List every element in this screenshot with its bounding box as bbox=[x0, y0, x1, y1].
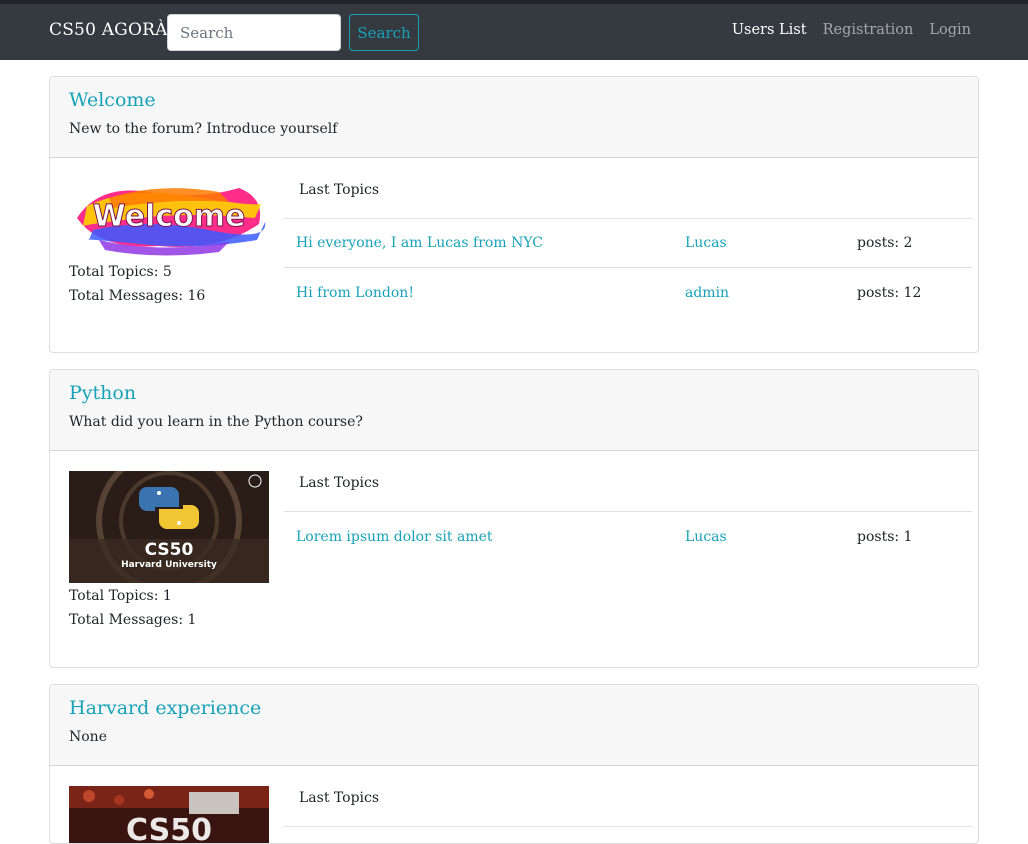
category-stats: Total Topics: 5 Total Messages: 16 bbox=[69, 260, 205, 308]
topic-posts-count: posts: 1 bbox=[857, 528, 913, 545]
category-title[interactable]: Python bbox=[69, 382, 959, 404]
brand-logo[interactable]: CS50 AGORÀ bbox=[49, 20, 168, 40]
nav-links: Users List Registration Login bbox=[732, 22, 971, 38]
topic-posts-count: posts: 2 bbox=[857, 235, 913, 251]
card-header: Python What did you learn in the Python … bbox=[50, 370, 978, 451]
topic-author-link[interactable]: admin bbox=[685, 285, 857, 301]
category-title[interactable]: Welcome bbox=[69, 89, 959, 111]
cs50-image-text: CS50 bbox=[126, 813, 212, 844]
last-topics-table: Last Topics Hi everyone, I am Lucas from… bbox=[284, 158, 972, 317]
total-messages: Total Messages: 1 bbox=[69, 612, 197, 628]
harvard-lecture-hall-image: CS50 bbox=[69, 786, 269, 844]
welcome-brushstroke-image: Welcome bbox=[77, 188, 266, 256]
total-topics: Total Topics: 5 bbox=[69, 264, 172, 280]
total-messages: Total Messages: 16 bbox=[69, 288, 206, 304]
category-card: Python What did you learn in the Python … bbox=[49, 369, 979, 668]
topic-link[interactable]: Hi from London! bbox=[284, 285, 685, 301]
search-button[interactable]: Search bbox=[349, 14, 419, 51]
last-topics-heading: Last Topics bbox=[284, 451, 972, 512]
nav-login[interactable]: Login bbox=[929, 22, 971, 38]
topic-author-link[interactable]: Lucas bbox=[685, 235, 857, 251]
category-description: What did you learn in the Python course? bbox=[69, 414, 363, 430]
last-topics-heading: Last Topics bbox=[284, 158, 972, 219]
topic-author-link[interactable]: Lucas bbox=[685, 529, 857, 545]
last-topics-heading: Last Topics bbox=[284, 766, 972, 827]
card-header: Harvard experience None bbox=[50, 685, 978, 766]
card-header: Welcome New to the forum? Introduce your… bbox=[50, 77, 978, 158]
topic-row: Hi from London! admin posts: 12 bbox=[284, 268, 972, 317]
category-title[interactable]: Harvard experience bbox=[69, 697, 959, 719]
topic-link[interactable]: Hi everyone, I am Lucas from NYC bbox=[284, 235, 685, 251]
last-topics-table: Last Topics Lorem ipsum dolor sit amet L… bbox=[284, 451, 972, 561]
topic-posts-count: posts: 12 bbox=[857, 284, 922, 301]
category-description: None bbox=[69, 729, 107, 745]
welcome-image-text: Welcome bbox=[93, 199, 246, 234]
nav-registration[interactable]: Registration bbox=[823, 22, 914, 38]
total-topics: Total Topics: 1 bbox=[69, 588, 172, 604]
cs50-python-image: CS50 Harvard University bbox=[69, 471, 269, 583]
topic-link[interactable]: Lorem ipsum dolor sit amet bbox=[284, 529, 685, 545]
harvard-image-text: Harvard University bbox=[121, 560, 217, 570]
navbar: CS50 AGORÀ Search Users List Registratio… bbox=[0, 4, 1028, 60]
category-card: Harvard experience None CS50 Last Topics bbox=[49, 684, 979, 844]
topic-row: Lorem ipsum dolor sit amet Lucas posts: … bbox=[284, 512, 972, 561]
last-topics-table: Last Topics bbox=[284, 766, 972, 827]
cs50-image-text: CS50 bbox=[145, 540, 194, 560]
topic-row: Hi everyone, I am Lucas from NYC Lucas p… bbox=[284, 219, 972, 268]
search-input[interactable] bbox=[167, 14, 341, 51]
category-description: New to the forum? Introduce yourself bbox=[69, 121, 338, 137]
nav-users-list[interactable]: Users List bbox=[732, 22, 807, 38]
category-card: Welcome New to the forum? Introduce your… bbox=[49, 76, 979, 353]
category-stats: Total Topics: 1 Total Messages: 1 bbox=[69, 584, 196, 632]
